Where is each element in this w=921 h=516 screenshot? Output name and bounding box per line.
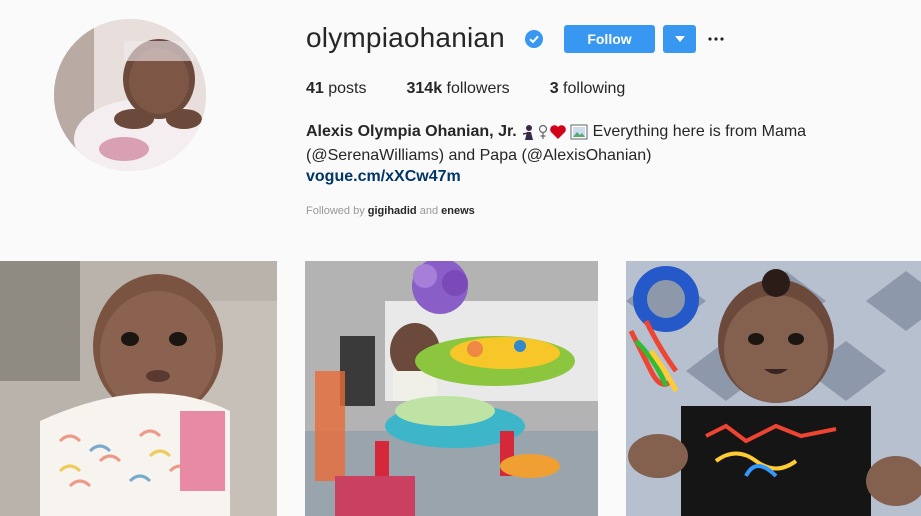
chevron-down-icon [674,36,685,42]
followed-by-prefix: Followed by [306,205,365,217]
woman-symbol-emoji [539,124,548,139]
profile-stats: 41 posts 314k followers 3 following [306,80,665,98]
verified-badge-icon [525,30,543,48]
bio-text-line1: Everything here is from Mama [592,123,807,140]
followed-by-and: and [419,205,439,217]
profile-username: olympiaohanian [306,22,505,53]
post-thumbnail[interactable] [305,261,598,516]
followed-by-user-link[interactable]: gigihadid [368,205,417,217]
posts-label: posts [328,80,367,97]
profile-bio: Alexis Olympia Ohanian, Jr. Everything h… [306,120,826,168]
posts-count-value: 41 [306,80,324,97]
bio-website-link[interactable]: vogue.cm/xXCw47m [306,168,461,186]
followers-label: followers [446,80,510,97]
followers-count[interactable]: 314k followers [407,80,510,98]
following-label: following [563,80,626,97]
ninja-emoji [523,124,534,140]
post-thumbnail[interactable] [0,261,277,516]
followed-by-text: Followed by gigihadid and enews [306,205,475,217]
followers-count-value: 314k [406,80,443,97]
more-options-button[interactable] [706,30,726,48]
more-options-icon [708,37,724,41]
follow-button[interactable]: Follow [564,25,655,53]
heart-emoji [550,124,567,139]
posts-count: 41 posts [306,80,367,98]
following-count-value: 3 [549,80,559,97]
followed-by-user-link[interactable]: enews [441,205,475,217]
profile-avatar[interactable] [54,19,206,171]
bio-text-line2: (@SerenaWilliams) and Papa (@AlexisOhani… [306,147,652,164]
framed-picture-emoji [570,124,588,140]
post-thumbnail[interactable] [626,261,921,516]
profile-full-name: Alexis Olympia Ohanian, Jr. [306,123,517,140]
following-count[interactable]: 3 following [550,80,626,98]
suggestions-dropdown-button[interactable] [663,25,696,53]
